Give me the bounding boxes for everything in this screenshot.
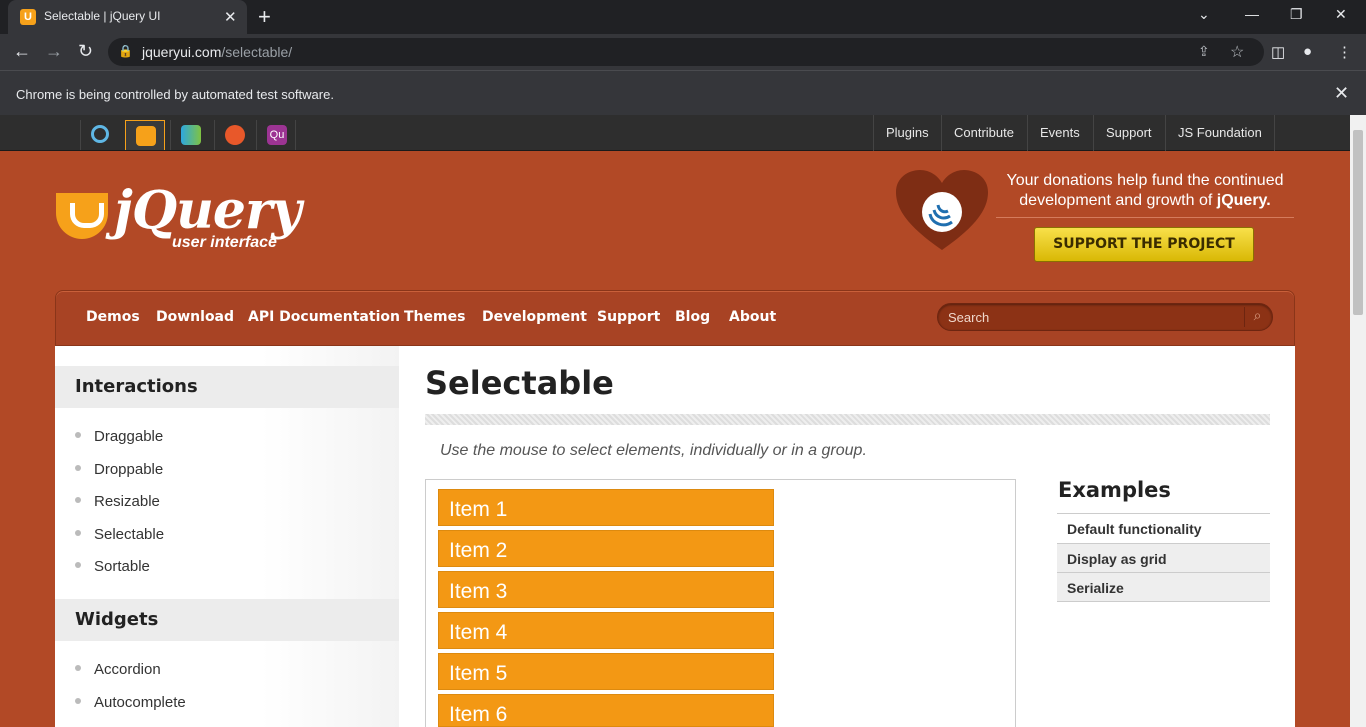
search-icon[interactable]: ⌕ <box>1244 307 1270 327</box>
selectable-item[interactable]: Item 6 <box>438 694 774 727</box>
examples-heading: Examples <box>1058 478 1171 502</box>
sidebar-item-autocomplete[interactable]: Autocomplete <box>75 694 186 711</box>
profile-icon[interactable]: ● <box>1303 43 1312 60</box>
jquery-icon <box>91 125 109 143</box>
restore-icon[interactable]: ❐ <box>1290 6 1303 23</box>
gnav-events[interactable]: Events <box>1027 115 1092 151</box>
jquery-ui-favicon-icon: U <box>20 9 36 25</box>
search-input[interactable] <box>938 304 1238 330</box>
gnav-js-foundation[interactable]: JS Foundation <box>1165 115 1275 151</box>
example-default-functionality[interactable]: Default functionality <box>1057 513 1270 543</box>
donate-heart-icon <box>896 170 988 250</box>
gnav-support[interactable]: Support <box>1093 115 1164 151</box>
project-qunit[interactable]: Qu <box>256 120 296 150</box>
logo-wordmark[interactable]: jQuery <box>114 180 302 241</box>
logo-subtitle: user interface <box>172 234 277 251</box>
nav-download[interactable]: Download <box>156 309 234 325</box>
nav-about[interactable]: About <box>729 309 776 325</box>
sidebar-item-selectable[interactable]: Selectable <box>75 526 164 543</box>
sidebar-item-draggable[interactable]: Draggable <box>75 428 163 445</box>
sidebar-heading-interactions: Interactions <box>55 366 399 408</box>
sidebar-item-sortable[interactable]: Sortable <box>75 558 150 575</box>
donate-divider <box>996 217 1294 218</box>
project-jquery-mobile[interactable] <box>170 120 210 150</box>
nav-blog[interactable]: Blog <box>675 309 710 325</box>
sidebar-item-droppable[interactable]: Droppable <box>75 461 163 478</box>
tab-close-icon[interactable]: ✕ <box>224 8 237 26</box>
browser-tab[interactable]: U Selectable | jQuery UI ✕ <box>8 0 247 34</box>
tab-title: Selectable | jQuery UI <box>44 9 161 23</box>
sidebar-heading-widgets: Widgets <box>55 599 399 641</box>
nav-support[interactable]: Support <box>597 309 660 325</box>
window-close-icon[interactable]: ✕ <box>1335 6 1347 23</box>
page-description: Use the mouse to select elements, indivi… <box>440 442 867 459</box>
selectable-item[interactable]: Item 3 <box>438 571 774 608</box>
nav-development[interactable]: Development <box>482 309 587 325</box>
automation-infobar: Chrome is being controlled by automated … <box>0 70 1366 115</box>
selectable-item[interactable]: Item 1 <box>438 489 774 526</box>
example-display-as-grid[interactable]: Display as grid <box>1057 543 1270 573</box>
side-panel-icon[interactable]: ◫ <box>1271 43 1285 61</box>
reload-icon[interactable]: ↻ <box>78 41 93 62</box>
tab-search-icon[interactable]: ⌄ <box>1198 6 1210 23</box>
scrollbar-thumb[interactable] <box>1353 130 1363 315</box>
project-jquery[interactable] <box>80 120 120 150</box>
menu-icon[interactable]: ⋮ <box>1337 43 1352 61</box>
sidebar-item-resizable[interactable]: Resizable <box>75 493 160 510</box>
nav-api-documentation[interactable]: API Documentation <box>248 309 400 325</box>
nav-demos[interactable]: Demos <box>86 309 140 325</box>
bookmark-star-icon[interactable]: ☆ <box>1230 42 1244 62</box>
qunit-icon: Qu <box>267 125 287 145</box>
page-title: Selectable <box>425 364 614 402</box>
jquery-mobile-icon <box>181 125 201 145</box>
infobar-message: Chrome is being controlled by automated … <box>16 87 334 102</box>
new-tab-icon[interactable]: + <box>258 4 271 30</box>
selectable-item[interactable]: Item 2 <box>438 530 774 567</box>
address-bar[interactable]: 🔒 jqueryui.com/selectable/ ⇪ ☆ <box>108 38 1264 66</box>
donate-brand: jQuery. <box>1216 192 1271 209</box>
selectable-item[interactable]: Item 5 <box>438 653 774 690</box>
gnav-contribute[interactable]: Contribute <box>941 115 1026 151</box>
title-divider <box>425 414 1270 425</box>
sizzle-icon <box>225 125 245 145</box>
project-jquery-ui[interactable] <box>125 120 165 150</box>
support-project-button[interactable]: SUPPORT THE PROJECT <box>1034 227 1254 262</box>
forward-icon[interactable]: → <box>45 41 63 62</box>
url-path: /selectable/ <box>221 44 293 60</box>
sidebar-item-accordion[interactable]: Accordion <box>75 661 161 678</box>
jquery-ui-icon <box>136 126 156 146</box>
share-icon[interactable]: ⇪ <box>1198 43 1210 60</box>
site-search: ⌕ <box>937 303 1273 331</box>
jquery-ui-logo-icon[interactable] <box>56 193 108 239</box>
url-text[interactable]: jqueryui.com/selectable/ <box>142 44 292 60</box>
url-host: jqueryui.com <box>142 44 222 60</box>
minimize-icon[interactable]: — <box>1245 6 1259 22</box>
nav-themes[interactable]: Themes <box>404 309 465 325</box>
example-serialize[interactable]: Serialize <box>1057 572 1270 602</box>
selectable-item[interactable]: Item 4 <box>438 612 774 649</box>
lock-icon[interactable]: 🔒 <box>118 44 133 58</box>
donate-message: Your donations help fund the continued d… <box>996 171 1294 211</box>
infobar-close-icon[interactable]: ✕ <box>1334 83 1349 104</box>
project-sizzle[interactable] <box>214 120 254 150</box>
gnav-plugins[interactable]: Plugins <box>873 115 941 151</box>
back-icon[interactable]: ← <box>13 41 31 62</box>
